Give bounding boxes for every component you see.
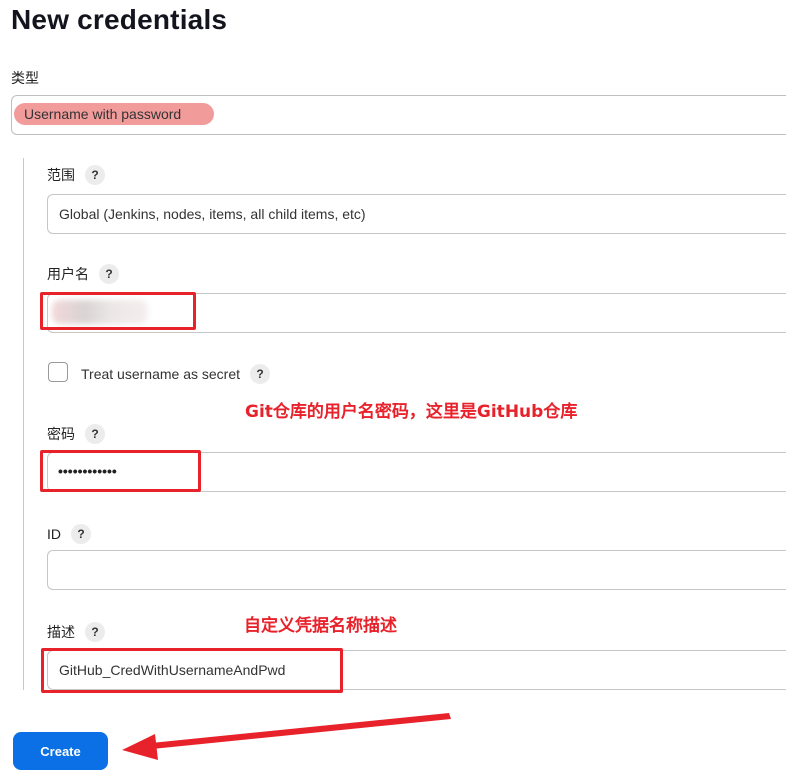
kind-label-text: 类型: [11, 70, 39, 86]
password-help-icon[interactable]: ?: [85, 424, 105, 444]
id-input[interactable]: [47, 550, 786, 590]
id-help-icon[interactable]: ?: [71, 524, 91, 544]
description-label: 描述 ?: [47, 622, 105, 642]
scope-help-icon[interactable]: ?: [85, 165, 105, 185]
credentials-annotation: Git仓库的用户名密码，这里是GitHub仓库: [245, 402, 578, 422]
description-label-text: 描述: [47, 624, 75, 640]
username-label: 用户名 ?: [47, 264, 119, 284]
id-label: ID ?: [47, 524, 91, 544]
username-help-icon[interactable]: ?: [99, 264, 119, 284]
username-secret-label: Treat username as secret ?: [81, 364, 270, 384]
scope-label: 范围 ?: [47, 165, 105, 185]
username-secret-help-icon[interactable]: ?: [250, 364, 270, 384]
id-label-text: ID: [47, 526, 61, 542]
description-annotation-box: [41, 648, 343, 693]
description-help-icon[interactable]: ?: [85, 622, 105, 642]
username-secret-checkbox[interactable]: [48, 362, 68, 382]
new-credentials-page: New credentials 类型 Username with passwor…: [0, 0, 786, 780]
username-annotation-box: [40, 292, 196, 330]
description-annotation: 自定义凭据名称描述: [244, 616, 397, 636]
username-secret-label-text: Treat username as secret: [81, 366, 240, 382]
scope-label-text: 范围: [47, 167, 75, 183]
nested-fields-rule: [23, 158, 24, 690]
scope-select-value: Global (Jenkins, nodes, items, all child…: [59, 206, 366, 222]
username-label-text: 用户名: [47, 266, 89, 282]
password-label-text: 密码: [47, 426, 75, 442]
create-button[interactable]: Create: [13, 732, 108, 770]
page-title: New credentials: [11, 4, 228, 35]
kind-select-value: Username with password: [24, 106, 182, 122]
kind-label: 类型: [11, 68, 39, 88]
password-annotation-box: [40, 450, 201, 492]
scope-select[interactable]: Global (Jenkins, nodes, items, all child…: [47, 194, 786, 234]
password-label: 密码 ?: [47, 424, 105, 444]
